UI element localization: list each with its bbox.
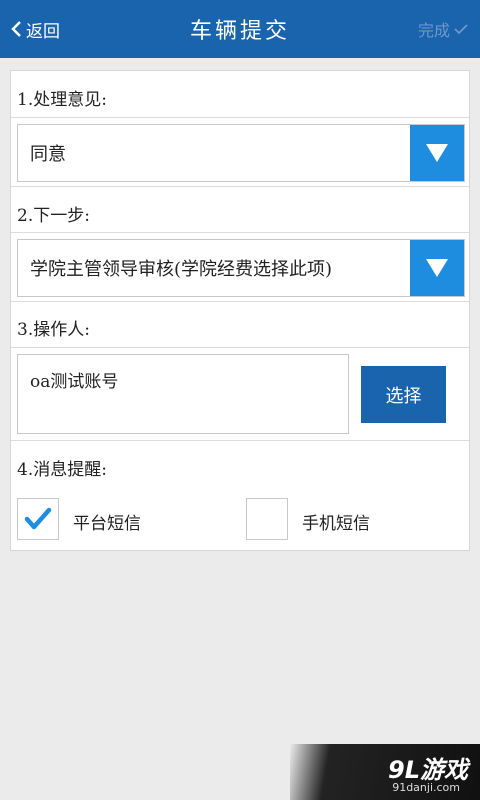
operator-label: 3.操作人:	[17, 320, 90, 340]
next-step-select[interactable]: 学院主管领导审核(学院经费选择此项)	[17, 239, 465, 297]
platform-sms-checkbox[interactable]	[17, 498, 59, 540]
mobile-sms-label: 手机短信	[302, 514, 370, 534]
choose-operator-button[interactable]: 选择	[361, 366, 446, 423]
triangle-down-icon	[426, 144, 448, 162]
next-step-value: 学院主管领导审核(学院经费选择此项)	[30, 259, 333, 280]
next-step-dropdown-button[interactable]	[410, 240, 464, 296]
checkmark-icon	[24, 507, 52, 530]
done-button[interactable]: 完成	[418, 16, 468, 42]
triangle-down-icon	[426, 259, 448, 277]
opinion-value: 同意	[30, 144, 66, 165]
watermark: 9L游戏 91danji.com	[290, 744, 480, 800]
opinion-select[interactable]: 同意	[17, 124, 465, 182]
divider	[11, 347, 469, 348]
divider	[11, 232, 469, 233]
opinion-label: 1.处理意见:	[17, 90, 107, 110]
watermark-logo: 9L游戏	[388, 756, 468, 784]
reminder-label: 4.消息提醒:	[17, 460, 107, 480]
opinion-dropdown-button[interactable]	[410, 125, 464, 181]
page-title: 车辆提交	[189, 19, 290, 44]
platform-sms-label: 平台短信	[73, 514, 141, 534]
done-label: 完成	[417, 21, 450, 40]
divider	[11, 186, 469, 187]
next-step-label: 2.下一步:	[17, 206, 90, 226]
top-bar: 返回 车辆提交 完成	[0, 0, 480, 58]
chevron-left-icon	[11, 21, 21, 37]
back-button[interactable]: 返回	[10, 14, 60, 44]
operator-value: oa测试账号	[30, 372, 119, 392]
divider	[11, 440, 469, 441]
divider	[11, 301, 469, 302]
divider	[11, 117, 469, 118]
mobile-sms-checkbox[interactable]	[246, 498, 288, 540]
watermark-url: 91danji.com	[392, 781, 460, 794]
operator-field[interactable]: oa测试账号	[17, 354, 349, 434]
submit-form: 1.处理意见: 同意 2.下一步: 学院主管领导审核(学院经费选择此项) 3.操…	[10, 70, 470, 551]
checkmark-icon	[454, 24, 468, 35]
back-label: 返回	[26, 21, 60, 42]
